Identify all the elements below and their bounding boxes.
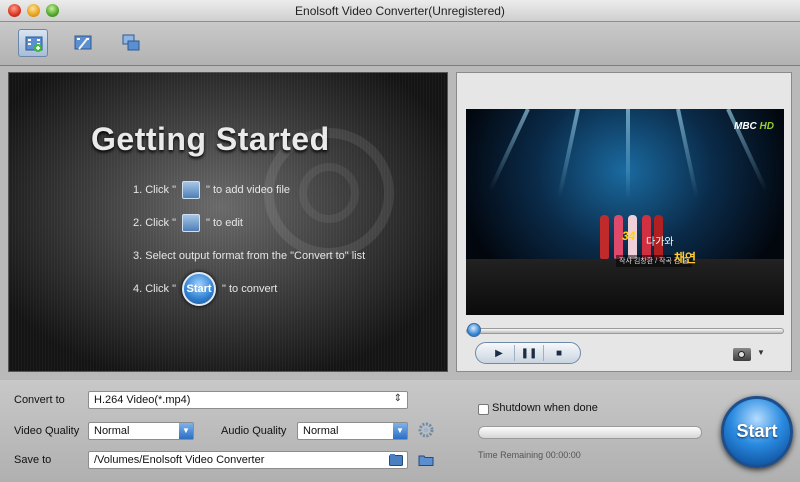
- step-3: 3. Select output format from the "Conver…: [133, 250, 365, 262]
- add-video-button[interactable]: [18, 29, 48, 57]
- shutdown-label: Shutdown when done: [492, 402, 598, 414]
- pause-button[interactable]: ❚❚: [514, 345, 544, 361]
- audio-quality-label: Audio Quality: [221, 425, 287, 437]
- video-quality-select[interactable]: Normal ▼: [88, 422, 194, 440]
- performer: [600, 215, 609, 259]
- camera-icon[interactable]: [733, 348, 751, 361]
- preview-panel: MBC HD 34 다가와 작사 김창환 / 작곡 김 홍 채연 ▶ ❚❚ ■ …: [456, 72, 792, 372]
- video-quality-value: Normal: [94, 425, 130, 437]
- edit-video-icon: [74, 35, 92, 50]
- convert-to-label: Convert to: [14, 394, 65, 406]
- shutdown-checkbox[interactable]: [478, 404, 489, 415]
- app-window: Enolsoft Video Converter(Unregistered) G…: [0, 0, 800, 482]
- channel-logo-brand: MBC: [733, 121, 757, 132]
- playback-controls: ▶ ❚❚ ■: [475, 342, 581, 364]
- convert-to-value: H.264 Video(*.mp4): [94, 394, 191, 406]
- getting-started-heading: Getting Started: [91, 121, 330, 157]
- camera-lens: [738, 351, 745, 358]
- caption-number: 34: [622, 229, 636, 243]
- start-icon: Start: [182, 272, 217, 306]
- conversion-progress-bar: [478, 426, 702, 439]
- seek-handle[interactable]: [467, 323, 481, 337]
- title-bar: Enolsoft Video Converter(Unregistered): [0, 0, 800, 22]
- edit-video-icon: [182, 214, 201, 232]
- step-2: 2. Click " " to edit: [133, 214, 243, 232]
- step-1: 1. Click " " to add video file: [133, 181, 290, 199]
- start-button[interactable]: Start: [721, 396, 793, 468]
- toolbar: [0, 22, 800, 66]
- video-preview: MBC HD 34 다가와 작사 김창환 / 작곡 김 홍 채연: [466, 109, 784, 315]
- light-beam: [488, 109, 530, 192]
- stage-floor: [466, 259, 784, 315]
- play-button[interactable]: ▶: [484, 345, 514, 361]
- audio-quality-value: Normal: [303, 425, 339, 437]
- add-video-icon: [182, 181, 201, 199]
- merge-video-button[interactable]: [116, 29, 146, 57]
- step-3-text: 3. Select output format from the "Conver…: [133, 250, 366, 263]
- save-to-field[interactable]: /Volumes/Enolsoft Video Converter: [88, 451, 408, 469]
- channel-logo-hd: HD: [759, 121, 774, 132]
- light-beam: [676, 109, 699, 198]
- gear-icon[interactable]: [418, 422, 434, 438]
- getting-started-panel: Getting Started 1. Click " " to add video…: [8, 72, 448, 372]
- chevron-updown-icon: ⇕: [393, 393, 402, 404]
- audio-quality-select[interactable]: Normal ▼: [297, 422, 408, 440]
- time-remaining: Time Remaining 00:00:00: [478, 450, 581, 460]
- video-quality-label: Video Quality: [14, 425, 80, 437]
- save-to-label: Save to: [14, 454, 52, 466]
- step-4: 4. Click " Start " to convert: [133, 272, 277, 306]
- merge-video-icon: [122, 34, 140, 51]
- browse-folder-icon[interactable]: [389, 453, 403, 466]
- step-2-prefix: 2. Click ": [133, 217, 177, 229]
- step-4-prefix: 4. Click ": [133, 283, 177, 295]
- step-4-suffix: " to convert: [222, 283, 278, 295]
- chevron-down-icon: ▼: [179, 423, 193, 439]
- add-video-icon: [25, 36, 43, 52]
- step-1-prefix: 1. Click ": [133, 184, 177, 196]
- settings-panel: Convert to H.264 Video(*.mp4) ⇕ Video Qu…: [0, 380, 800, 482]
- edit-video-button[interactable]: [68, 29, 98, 57]
- light-beam: [626, 109, 630, 199]
- save-to-value: /Volumes/Enolsoft Video Converter: [94, 454, 265, 466]
- caption-song-title: 다가와: [646, 237, 674, 248]
- snapshot-menu-arrow-icon[interactable]: ▼: [757, 348, 765, 357]
- open-folder-icon[interactable]: [418, 453, 434, 467]
- caption-artist: 채연: [674, 251, 697, 265]
- chevron-down-icon: ▼: [393, 423, 407, 439]
- convert-to-select[interactable]: H.264 Video(*.mp4) ⇕: [88, 391, 408, 409]
- step-1-suffix: " to add video file: [206, 184, 291, 196]
- film-reel-hub-decoration: [299, 163, 359, 223]
- step-2-suffix: " to edit: [206, 217, 243, 229]
- window-title: Enolsoft Video Converter(Unregistered): [295, 4, 505, 18]
- stop-button[interactable]: ■: [544, 345, 574, 361]
- channel-logo: MBC HD: [734, 121, 774, 132]
- light-beam: [557, 109, 580, 198]
- seek-bar[interactable]: [466, 328, 784, 334]
